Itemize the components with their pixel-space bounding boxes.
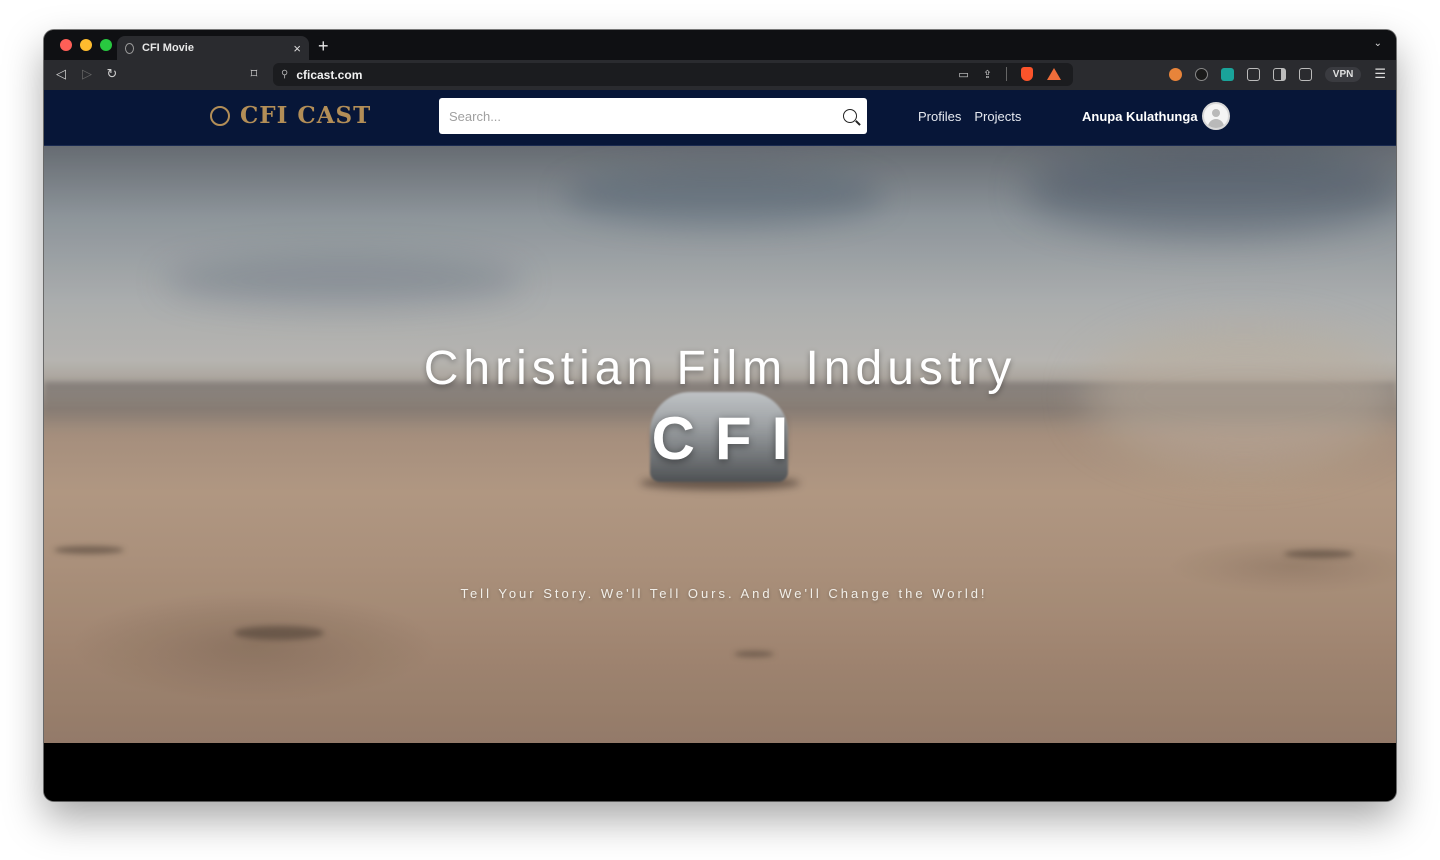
- menu-icon[interactable]: ☰: [1374, 66, 1386, 82]
- main-nav: Profiles Projects: [918, 109, 1021, 124]
- nav-profiles-link[interactable]: Profiles: [918, 109, 961, 124]
- bookmark-icon[interactable]: ⌑: [245, 66, 263, 82]
- hero-tagline: Tell Your Story. We'll Tell Ours. And We…: [460, 586, 988, 601]
- user-menu[interactable]: Anupa Kulathunga: [1082, 102, 1230, 130]
- avatar[interactable]: [1201, 102, 1230, 130]
- browser-window: CFI Movie × + ⌄ ◁ ▷ ↻ ⌑ ⚲ cficast.com ▭ …: [44, 30, 1396, 801]
- search-input[interactable]: [449, 108, 843, 124]
- tab-close-icon[interactable]: ×: [293, 41, 301, 56]
- reload-icon[interactable]: ↻: [103, 66, 121, 82]
- minimize-window-button[interactable]: [80, 39, 92, 51]
- brave-rewards-icon[interactable]: [1047, 68, 1061, 80]
- hero-title: Christian Film Industry: [423, 342, 1017, 395]
- hero-acronym: CFI: [651, 405, 809, 472]
- search-box: [439, 98, 867, 134]
- forward-icon[interactable]: ▷: [78, 66, 96, 82]
- puzzle-icon[interactable]: [1246, 67, 1260, 81]
- avatar-body-shape: [1207, 119, 1224, 128]
- nav-projects-link[interactable]: Projects: [974, 109, 1021, 124]
- brave-shield-icon[interactable]: [1021, 67, 1033, 81]
- maximize-window-button[interactable]: [100, 39, 112, 51]
- share-icon[interactable]: ⇪: [983, 68, 992, 81]
- tab-favicon-icon: [125, 42, 134, 54]
- site-logo[interactable]: CFI CAST: [210, 102, 371, 129]
- browser-tab[interactable]: CFI Movie ×: [117, 36, 309, 60]
- avatar-head-shape: [1211, 109, 1220, 117]
- site-settings-icon[interactable]: ⚲: [281, 69, 288, 80]
- browser-toolbar: ◁ ▷ ↻ ⌑ ⚲ cficast.com ▭ ⇪ VPN ☰: [44, 60, 1396, 90]
- url-text: cficast.com: [296, 67, 363, 82]
- teal-extension-icon[interactable]: [1220, 67, 1234, 81]
- address-bar[interactable]: ⚲ cficast.com ▭ ⇪: [273, 63, 1073, 86]
- site-header: CFI CAST Profiles Projects Anupa Kulathu…: [44, 90, 1396, 146]
- logo-text: CFI CAST: [240, 102, 372, 129]
- page-bottom-band: [44, 743, 1396, 801]
- shield-extension-icon[interactable]: [1194, 67, 1208, 81]
- divider: [1006, 67, 1007, 81]
- tab-list-chevron-icon[interactable]: ⌄: [1374, 38, 1382, 49]
- hero-banner: Christian Film Industry CFI Tell Your St…: [44, 146, 1396, 743]
- new-tab-button[interactable]: +: [318, 36, 329, 56]
- logo-ring-icon: [210, 105, 230, 126]
- search-icon[interactable]: [843, 109, 857, 123]
- sidebar-icon[interactable]: [1272, 67, 1286, 81]
- extensions-area: VPN ☰: [1168, 66, 1386, 82]
- address-bar-actions: ▭ ⇪: [958, 67, 1061, 81]
- vpn-button[interactable]: VPN: [1324, 66, 1362, 82]
- cast-icon[interactable]: ▭: [958, 68, 968, 81]
- tab-strip: CFI Movie × + ⌄: [44, 30, 1396, 60]
- cookie-extension-icon[interactable]: [1168, 67, 1182, 81]
- wallet-icon[interactable]: [1298, 67, 1312, 81]
- back-icon[interactable]: ◁: [52, 66, 70, 82]
- window-controls: [60, 39, 112, 51]
- tab-title: CFI Movie: [142, 42, 194, 54]
- user-name: Anupa Kulathunga: [1082, 108, 1198, 124]
- close-window-button[interactable]: [60, 39, 72, 51]
